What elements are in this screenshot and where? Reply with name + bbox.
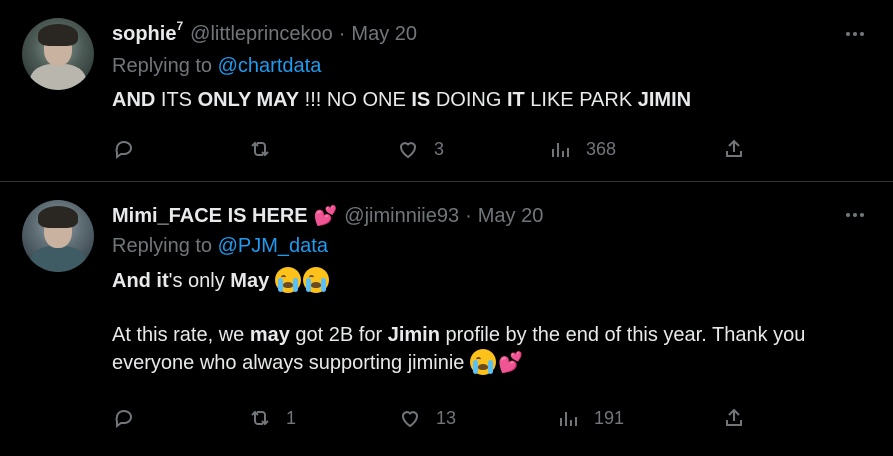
heart-icon xyxy=(401,411,419,428)
user-handle[interactable]: @jiminniie93 xyxy=(344,205,459,228)
retweet-icon xyxy=(251,410,269,426)
replying-to: Replying to @PJM_data xyxy=(112,235,328,257)
tweet[interactable]: Mimi_FACE IS HERE 💕 @jiminniie93 · May 2… xyxy=(0,183,893,456)
more-icon[interactable] xyxy=(843,203,867,227)
views-icon xyxy=(560,412,577,426)
retweet-count: 1 xyxy=(286,407,297,428)
share-button[interactable] xyxy=(722,405,746,431)
avatar[interactable] xyxy=(22,18,94,90)
separator-dot: · xyxy=(338,22,346,45)
like-button[interactable]: 13 xyxy=(398,405,456,431)
tweet-date[interactable]: May 20 xyxy=(351,23,417,46)
loudly-crying-face-emoji xyxy=(302,267,329,293)
user-handle[interactable]: @littleprincekoo xyxy=(190,23,333,46)
views-button[interactable]: 191 xyxy=(556,405,624,431)
views-icon xyxy=(552,143,569,157)
reply-icon xyxy=(115,410,132,428)
separator-dot: · xyxy=(465,204,472,227)
like-count: 13 xyxy=(436,407,457,428)
loudly-crying-face-emoji xyxy=(274,267,301,293)
views-button[interactable]: 368 xyxy=(548,136,616,162)
retweet-button[interactable] xyxy=(248,136,272,162)
tweet-text: And it's only May At this rate, we may g… xyxy=(112,267,862,377)
retweet-icon xyxy=(251,141,269,157)
reply-target-link[interactable]: @chartdata xyxy=(218,55,322,77)
tweet[interactable]: sophie 7 @littleprincekoo · May 20 Replyi… xyxy=(0,0,893,182)
tweet-header: sophie 7 @littleprincekoo · May 20 xyxy=(112,19,417,47)
like-count: 3 xyxy=(434,138,445,159)
reply-button[interactable] xyxy=(112,136,136,162)
more-icon[interactable] xyxy=(843,22,867,46)
retweet-button[interactable]: 1 xyxy=(248,405,296,431)
display-name[interactable]: sophie xyxy=(112,23,176,46)
views-count: 368 xyxy=(586,138,617,159)
tweet-header: Mimi_FACE IS HERE 💕 @jiminniie93 · May 2… xyxy=(112,203,543,229)
name-superscript: 7 xyxy=(176,19,184,33)
tweet-paragraph: And it's only May xyxy=(112,267,862,295)
tweet-paragraph: At this rate, we may got 2B for Jimin pr… xyxy=(112,324,806,375)
views-count: 191 xyxy=(594,407,625,428)
two-hearts-emoji: 💕 xyxy=(313,206,338,227)
loudly-crying-face-emoji xyxy=(469,349,496,375)
reply-button[interactable] xyxy=(112,405,136,431)
action-bar: 1 13 191 xyxy=(112,405,752,431)
reply-target-link[interactable]: @PJM_data xyxy=(218,235,328,257)
two-hearts-emoji: 💕 xyxy=(497,352,523,374)
display-name[interactable]: Mimi_FACE IS HERE xyxy=(112,205,308,228)
reply-icon xyxy=(115,141,132,159)
share-icon xyxy=(726,408,742,426)
avatar[interactable] xyxy=(22,200,94,272)
like-button[interactable]: 3 xyxy=(396,136,444,162)
action-bar: 3 368 xyxy=(112,136,752,162)
tweet-text: AND ITS ONLY MAY !!! NO ONE IS DOING IT … xyxy=(112,89,692,111)
heart-icon xyxy=(399,142,417,159)
share-icon xyxy=(726,139,742,157)
tweet-date[interactable]: May 20 xyxy=(478,205,544,228)
replying-to: Replying to @chartdata xyxy=(112,55,322,77)
share-button[interactable] xyxy=(722,136,746,162)
